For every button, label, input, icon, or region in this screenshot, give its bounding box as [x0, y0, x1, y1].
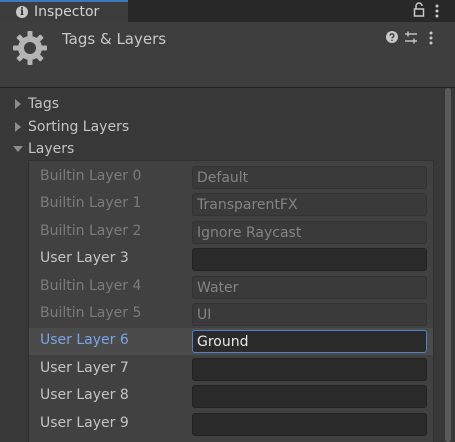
foldout-label: Tags	[28, 96, 59, 112]
layer-name-field	[192, 221, 427, 244]
layer-row: Builtin Layer 0	[29, 164, 433, 191]
layer-label: Builtin Layer 0	[40, 168, 142, 184]
info-icon: i	[16, 6, 28, 18]
layer-row: Builtin Layer 5	[29, 301, 433, 328]
layer-label: User Layer 9	[40, 415, 129, 431]
inspector-window: i Inspector Tags & Layers Tags Sorting L…	[0, 0, 455, 442]
chevron-right-icon	[15, 99, 21, 109]
layer-name-field[interactable]	[192, 358, 427, 381]
layer-row: User Layer 9	[29, 411, 433, 438]
layer-row: User Layer 8	[29, 383, 433, 410]
foldout-label: Sorting Layers	[28, 119, 130, 135]
window-menu-icon[interactable]	[434, 3, 440, 19]
layer-label: Builtin Layer 5	[40, 305, 142, 321]
foldout-sorting-layers[interactable]: Sorting Layers	[12, 117, 129, 137]
layer-name-field[interactable]	[192, 413, 427, 436]
page-title: Tags & Layers	[62, 30, 167, 48]
layer-name-field	[192, 303, 427, 326]
help-icon[interactable]	[386, 31, 398, 43]
layer-label: Builtin Layer 4	[40, 278, 142, 294]
layer-row: Builtin Layer 1	[29, 191, 433, 218]
layer-name-field-focused[interactable]	[192, 330, 427, 353]
layer-name-field	[192, 276, 427, 299]
scrollbar-thumb[interactable]	[445, 88, 451, 442]
chevron-down-icon	[13, 146, 23, 152]
layer-label: User Layer 8	[40, 387, 129, 403]
layer-row: Builtin Layer 4	[29, 274, 433, 301]
layer-row-selected: User Layer 6	[29, 328, 433, 355]
presets-icon[interactable]	[404, 31, 418, 44]
layer-name-field[interactable]	[192, 385, 427, 408]
layer-row: User Layer 7	[29, 356, 433, 383]
tab-bar: i Inspector	[0, 0, 455, 22]
context-menu-icon[interactable]	[428, 31, 434, 45]
layer-name-field[interactable]	[192, 248, 427, 271]
gear-icon	[13, 31, 47, 65]
layer-label: Builtin Layer 2	[40, 223, 142, 239]
layer-label: User Layer 6	[40, 332, 129, 348]
layer-label: Builtin Layer 1	[40, 195, 142, 211]
layer-row: Builtin Layer 2	[29, 219, 433, 246]
foldout-tags[interactable]: Tags	[12, 94, 59, 114]
layer-name-field	[192, 193, 427, 216]
foldout-label: Layers	[28, 141, 75, 157]
tab-inspector[interactable]: i Inspector	[0, 0, 128, 22]
tab-label: Inspector	[34, 4, 100, 20]
layer-name-field	[192, 166, 427, 189]
lock-icon[interactable]	[413, 2, 425, 18]
layers-list: Builtin Layer 0 Builtin Layer 1 Builtin …	[28, 160, 434, 442]
foldout-layers[interactable]: Layers	[12, 139, 74, 159]
layer-label: User Layer 3	[40, 250, 129, 266]
inspector-header: Tags & Layers	[0, 22, 455, 88]
layer-row: User Layer 3	[29, 246, 433, 273]
layer-label: User Layer 7	[40, 360, 129, 376]
chevron-right-icon	[15, 122, 21, 132]
